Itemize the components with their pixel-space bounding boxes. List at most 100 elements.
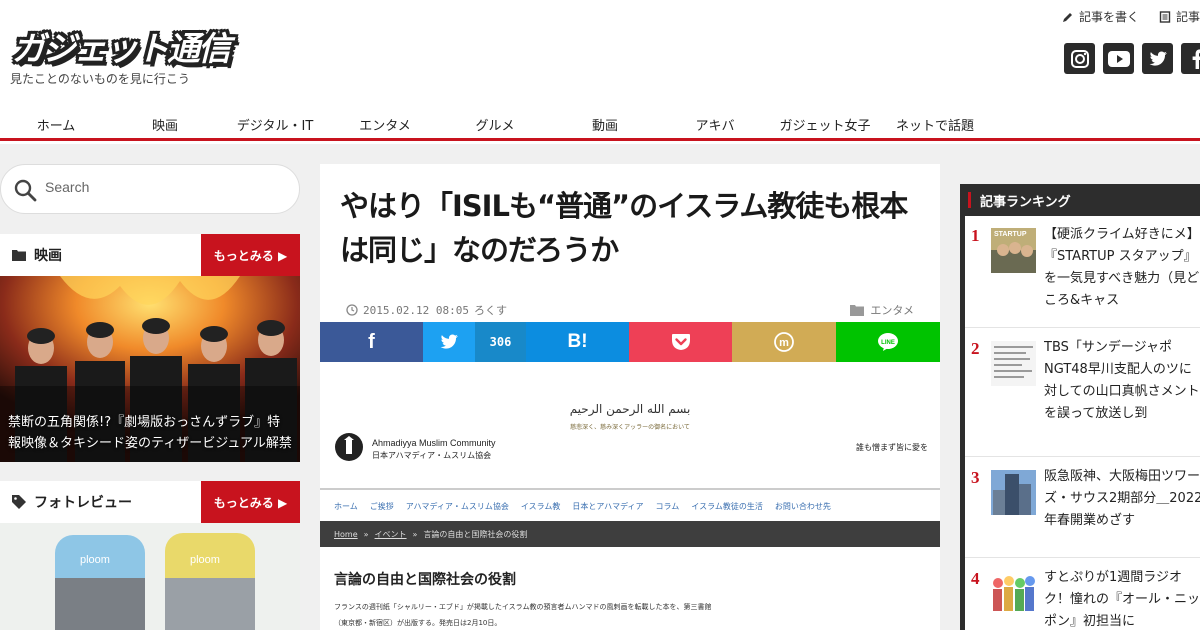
embedded-heading: 言論の自由と国際社会の役割 [334,572,516,588]
ranking-number: 1 [971,226,980,245]
article-author[interactable]: ろくす [474,302,507,318]
twitter-icon [440,334,458,349]
embedded-body-line: （東京都・新宿区）が出版する。発売日は2月10日。 [334,619,502,627]
ranking-item[interactable]: 3 阪急阪神、大阪梅田ツワーズ・サウス2期部分＿2022年春開業めざす [965,458,1200,558]
embedded-nav-item: ホーム [334,502,358,511]
svg-text:ploom: ploom [190,554,220,566]
ranking-number: 3 [971,468,980,487]
ranking-item-title: 阪急阪神、大阪梅田ツワーズ・サウス2期部分＿2022年春開業めざす [1044,469,1200,528]
site-logo[interactable]: ガジェット通信 [12,22,231,70]
instagram-icon [1070,49,1089,68]
mixi-icon: m [774,332,794,352]
ranking-list: 1 STARTUP 【硬派クライム好きにメ】『STARTUP スタアップ』を一気… [965,216,1200,630]
embedded-nav: ホーム ご挨拶 アハマディア・ムスリム協会 イスラム教 日本とアハマディア コラ… [334,501,831,512]
nav-home[interactable]: ホーム [37,115,76,134]
embedded-breadcrumb-sep: » [363,529,369,539]
ranking-widget: 記事ランキング 1 STARTUP 【硬派クライム好きにメ】『STARTUP ス… [960,184,1200,630]
share-line-button[interactable]: LINE [836,322,940,362]
photo-review-section-title: フォトレビュー [34,495,132,511]
article-embedded-screenshot: بسم الله الرحمن الرحيم 慈悲深く、慈み深くアッラーの御名に… [320,362,940,630]
movies-more-button[interactable]: もっとみる ▶ [201,234,300,276]
youtube-button[interactable] [1103,43,1134,74]
ranking-thumbnail: STARTUP [991,228,1036,273]
article-meta: 2015.02.12 08:05 ろくす [346,302,507,318]
nav-akiba[interactable]: アキバ [695,115,734,134]
ranking-item[interactable]: 4 すとぷりが1週間ラジオク！憧れの『オール・ニッポン』初担当に [965,559,1200,630]
embedded-subtitle: 慈悲深く、慈み深くアッラーの御名において [570,424,690,431]
embedded-nav-item: コラム [655,502,680,511]
document-icon [1159,10,1171,23]
search-box [0,164,300,214]
embedded-nav-item: イスラム教 [520,502,561,511]
photo-review-section: フォトレビュー もっとみる ▶ ploom ploom [0,481,300,630]
ranking-title: 記事ランキング [960,184,1200,216]
ranking-item-title: 【硬派クライム好きにメ】『STARTUP スタアップ』を一気見すべき魅力（見どこ… [1044,227,1200,308]
instagram-button[interactable] [1064,43,1095,74]
twitter-button[interactable] [1142,43,1173,74]
embedded-org-ja: 日本アハマディア・ムスリム協会 [372,451,492,460]
write-article-label: 記事を書く [1078,10,1139,24]
articles-label: 記事 [1175,10,1200,24]
share-mixi-button[interactable]: m [732,322,836,362]
search-input[interactable] [45,179,285,195]
svg-text:STARTUP: STARTUP [994,231,1027,238]
tag-icon [12,495,26,509]
share-pocket-button[interactable] [629,322,732,362]
ranking-thumbnail [991,571,1036,616]
embedded-nav-item: イスラム教徒の生活 [691,502,763,511]
movie-feature-card[interactable]: 禁断の五角関係!?『劇場版おっさんずラブ』特報映像＆タキシード姿のティザービジュ… [0,276,300,462]
pocket-icon [671,334,690,350]
nav-gourmet[interactable]: グルメ [475,115,514,134]
facebook-icon [1192,48,1200,69]
share-twitter-button[interactable] [423,322,475,362]
nav-digital-it[interactable]: デジタル・IT [237,115,314,134]
main-nav: ホーム 映画 デジタル・IT エンタメ グルメ 動画 アキバ ガジェット女子 ネ… [0,103,1200,141]
embedded-breadcrumb: Home » イベント » 言論の自由と国際社会の役割 [320,521,940,547]
folder-icon [850,305,865,316]
ranking-number: 2 [971,339,980,358]
photo-review-more-button[interactable]: もっとみる ▶ [201,481,300,523]
nav-entertainment[interactable]: エンタメ [359,115,411,134]
facebook-button[interactable] [1181,43,1200,74]
movies-section-header: 映画 もっとみる ▶ [0,234,300,276]
nav-movies[interactable]: 映画 [152,115,178,134]
photo-review-image: ploom ploom [0,523,300,630]
youtube-icon [1107,50,1130,67]
nav-video[interactable]: 動画 [592,115,618,134]
embedded-right-text: 誰も憎まず皆に愛を [856,443,928,452]
embedded-divider [320,488,940,490]
ranking-item[interactable]: 1 STARTUP 【硬派クライム好きにメ】『STARTUP スタアップ』を一気… [965,216,1200,328]
facebook-icon: f [368,330,375,353]
article-category[interactable]: エンタメ [850,302,914,318]
share-facebook-button[interactable]: f [320,322,423,362]
ranking-thumbnail [991,341,1036,386]
articles-link[interactable]: 記事 [1159,8,1200,25]
ranking-item[interactable]: 2 TBS「サンデージャポNGT48早川支配人のツに対しての山口真帆さメントを誤… [965,329,1200,457]
line-icon: LINE [878,333,898,351]
search-icon[interactable] [13,178,37,202]
movies-section-title: 映画 [34,248,62,264]
photo-review-section-header: フォトレビュー もっとみる ▶ [0,481,300,523]
nav-gadget-girls[interactable]: ガジェット女子 [779,115,870,134]
site-tagline: 見たことのないものを見に行こう [10,72,190,86]
hatena-icon: B! [567,331,588,352]
write-article-link[interactable]: 記事を書く [1062,8,1139,25]
twitter-icon [1149,51,1167,66]
nav-net-topics[interactable]: ネットで話題 [896,115,974,134]
embedded-nav-item: 日本とアハマディア [572,502,644,511]
share-hatena-button[interactable]: B! [526,322,629,362]
movie-feature-caption: 禁断の五角関係!?『劇場版おっさんずラブ』特報映像＆タキシード姿のティザービジュ… [8,415,292,451]
ranking-number: 4 [971,569,980,588]
embedded-arabic-heading: بسم الله الرحمن الرحيم [569,402,691,416]
movies-section: 映画 もっとみる ▶ 禁断の五角関係!?『劇場版おっさんずラブ』特報映像＆タキシ… [0,234,300,462]
svg-text:ploom: ploom [80,554,110,566]
svg-text:LINE: LINE [881,340,895,346]
embedded-breadcrumb-item: Home [334,529,358,539]
embedded-nav-item: お問い合わせ先 [774,502,831,511]
ranking-thumbnail [991,470,1036,515]
photo-review-feature-card[interactable]: ploom ploom [0,523,300,630]
embedded-org-en: Ahmadiyya Muslim Community [372,438,496,448]
social-links [1064,43,1200,74]
twitter-share-count: 306 [475,322,526,362]
article: やはり「ISILも“普通”のイスラム教徒も根本は同じ」なのだろうか 2015.0… [320,164,940,630]
